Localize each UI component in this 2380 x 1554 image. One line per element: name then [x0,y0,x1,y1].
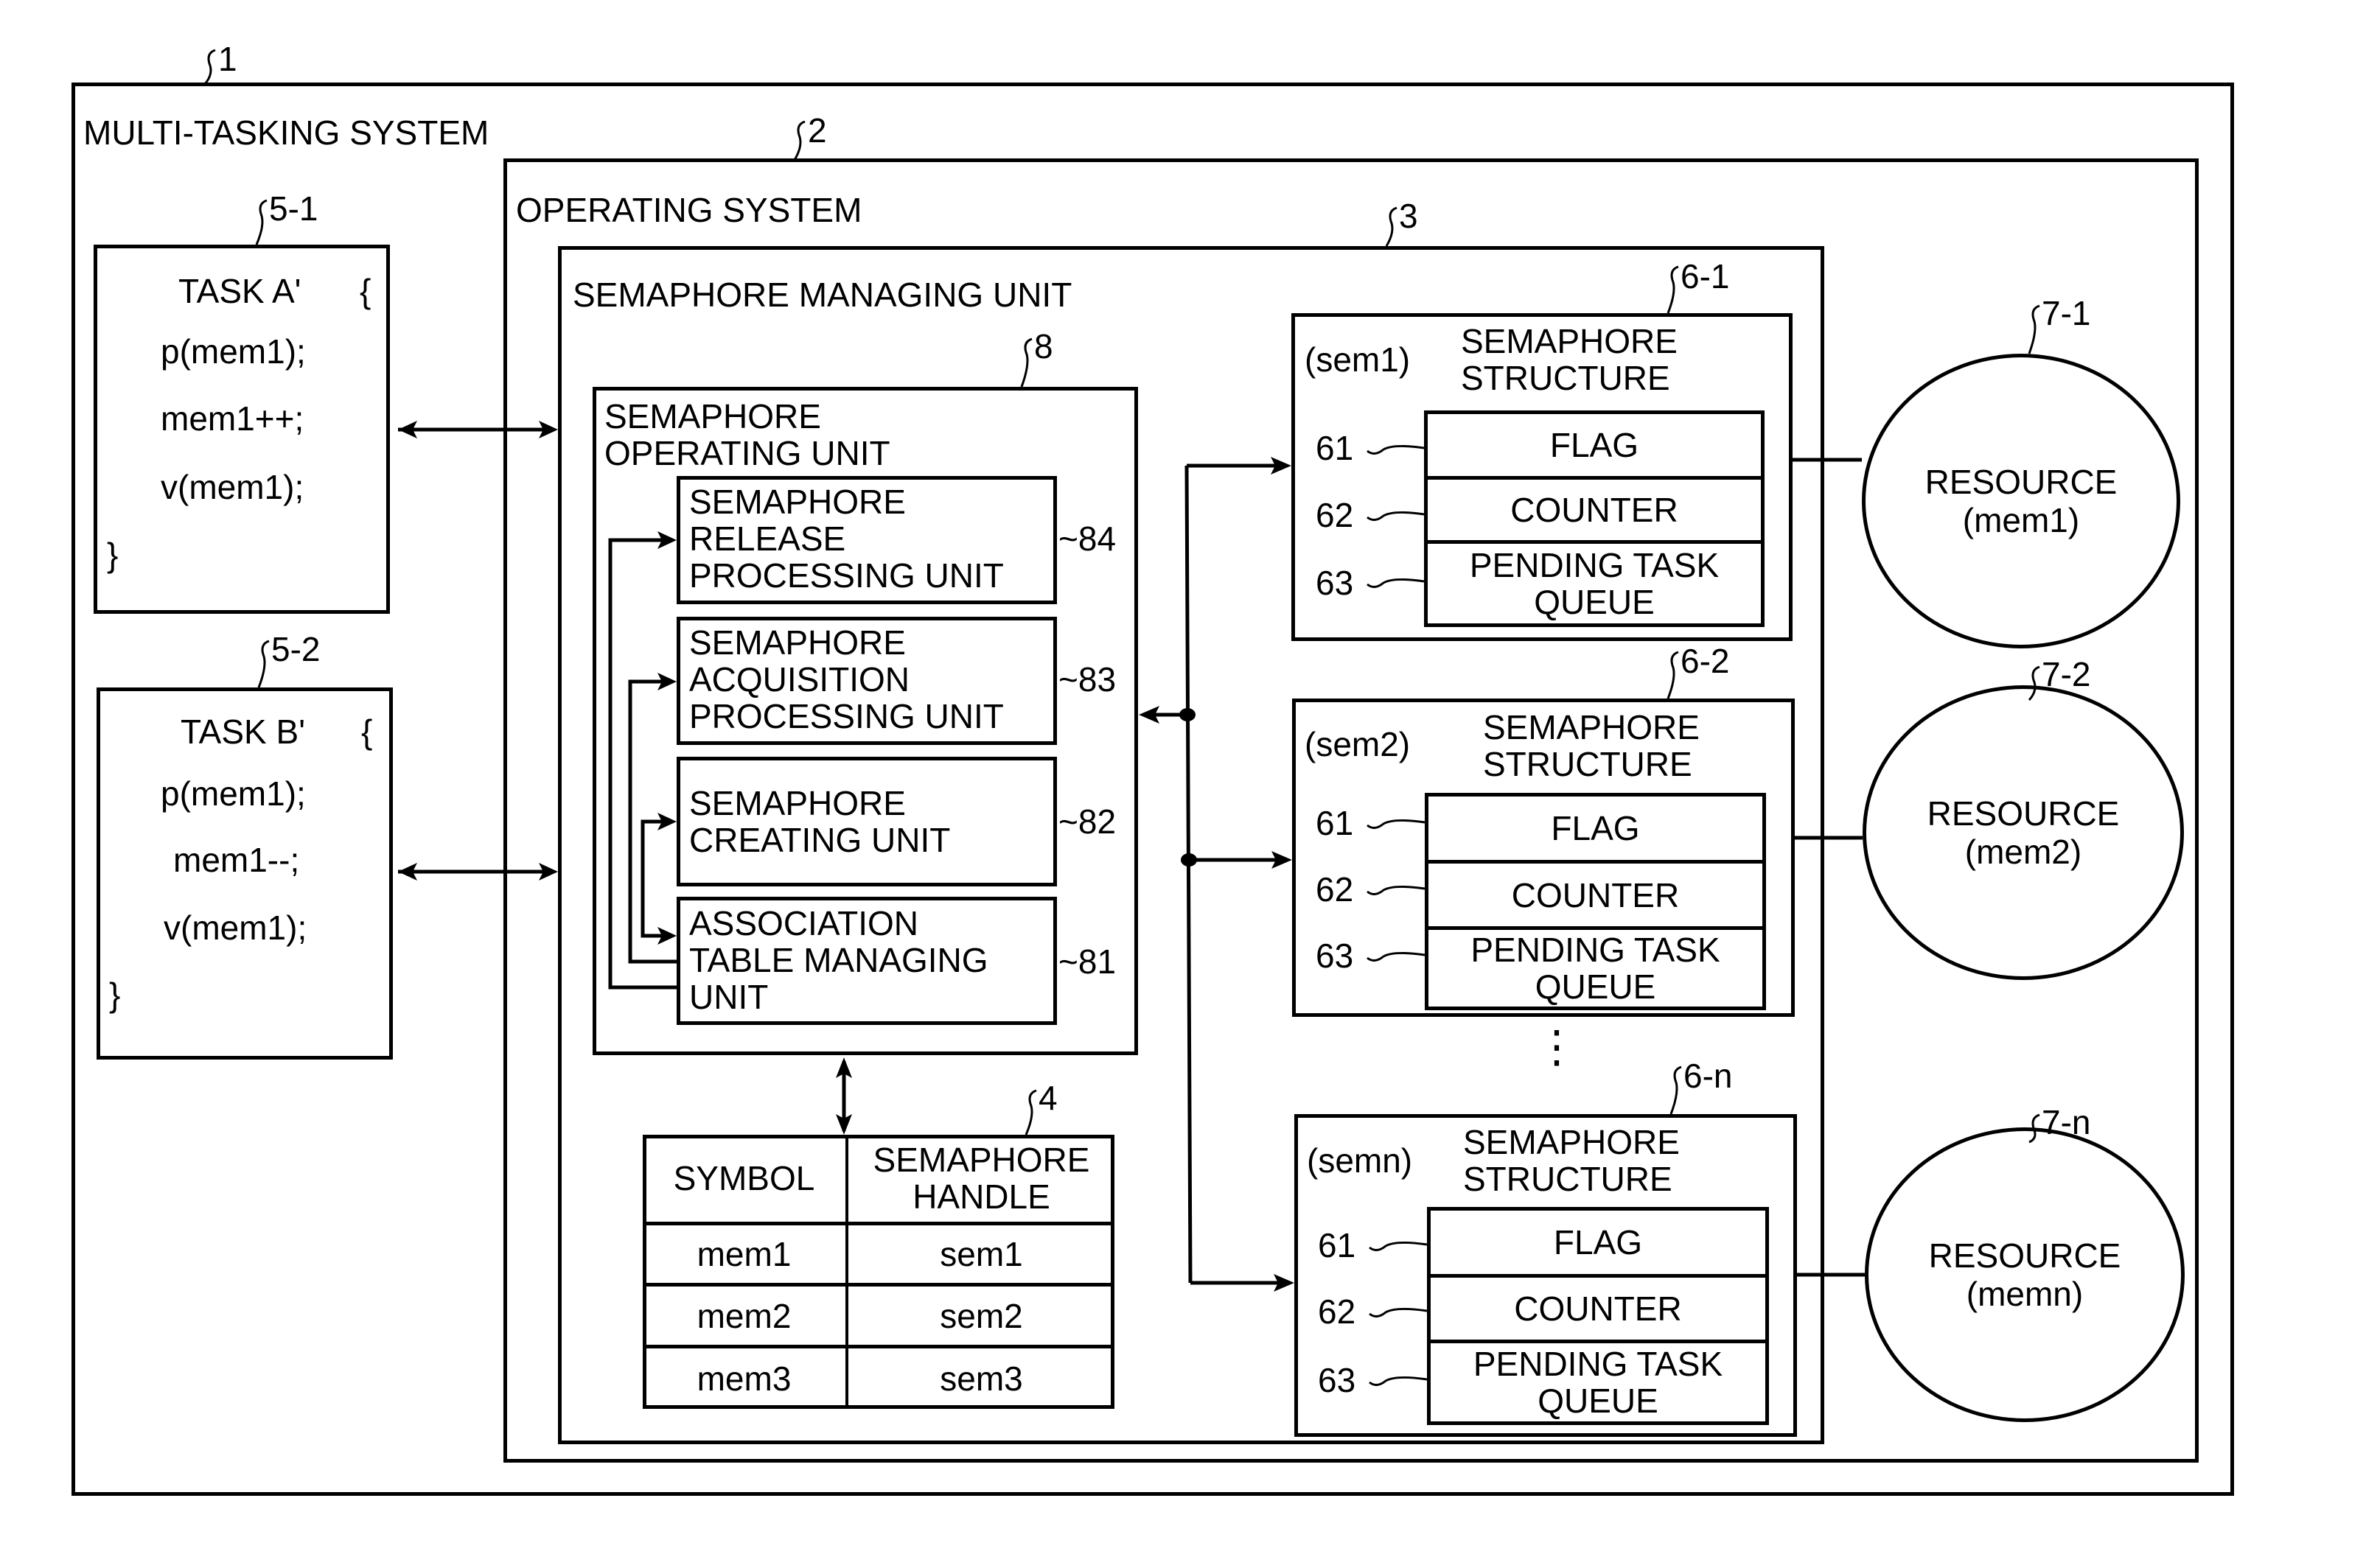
semaphore-handle-label: (sem2) [1305,725,1411,763]
resource-mem2: RESOURCE (mem2) [1863,685,2184,980]
task-a-line-2: mem1++; [161,399,304,438]
subunit-84-line-3: PROCESSING UNIT [689,556,1004,595]
ref-label-7-n: 7-n [2042,1103,2091,1141]
task-a-open-brace: { [360,272,371,310]
ref-label-6-n: 6-n [1683,1057,1733,1095]
table-cell-handle: sem3 [940,1359,1023,1398]
subunit-81-line-2: TABLE MANAGING [689,941,988,979]
ref-label-7-2: 7-2 [2042,655,2091,693]
ref-label-6-2: 6-2 [1681,642,1730,680]
resource-mem1: RESOURCE (mem1) [1862,354,2180,648]
task-a-line-3: v(mem1); [161,468,304,506]
flag-field: FLAG [1424,410,1765,480]
semaphore-structure-title-2: STRUCTURE [1461,359,1670,397]
pending-task-queue-field: PENDING TASK QUEUE [1427,1340,1769,1425]
task-a-name: TASK A' [178,272,301,310]
ref-label-8: 8 [1034,327,1053,365]
counter-field: COUNTER [1427,1274,1769,1343]
resource-name: (memn) [1966,1275,2084,1313]
table-cell-symbol: mem2 [697,1296,792,1335]
semaphore-handle-label: (sem1) [1305,340,1411,379]
semaphore-operating-unit-title-1: SEMAPHORE [604,397,821,435]
resource-label: RESOURCE [1927,794,2120,833]
table-header-semaphore-handle: SEMAPHORE HANDLE [848,1135,1114,1222]
flag-field: FLAG [1425,793,1766,864]
ref-label-61: 61 [1316,429,1354,467]
table-cell-handle: sem1 [940,1235,1023,1273]
ref-label-83: ~83 [1058,660,1117,699]
subunit-81-line-3: UNIT [689,978,769,1016]
table-cell-symbol: mem3 [697,1359,792,1398]
ref-label-2: 2 [808,111,827,150]
task-b-line-3: v(mem1); [164,909,307,947]
subunit-81-line-1: ASSOCIATION [689,904,918,942]
task-b-name: TASK B' [181,713,305,751]
multi-tasking-system-title: MULTI-TASKING SYSTEM [83,113,489,152]
task-a-close-brace: } [107,536,119,574]
subunit-83-line-3: PROCESSING UNIT [689,697,1004,735]
task-b-line-1: p(mem1); [161,774,306,813]
semaphore-structure-title-2: STRUCTURE [1483,745,1692,783]
table-cell-handle: sem2 [940,1296,1023,1335]
resource-name: (mem2) [1964,833,2082,871]
pending-task-queue-line-1: PENDING TASK [1470,931,1720,969]
ref-label-63: 63 [1318,1361,1356,1399]
subunit-82-line-1: SEMAPHORE [689,784,906,822]
ref-label-1: 1 [218,40,237,78]
ref-label-81: ~81 [1058,942,1117,981]
semaphore-managing-unit-title: SEMAPHORE MANAGING UNIT [573,276,1072,314]
ref-label-61: 61 [1318,1226,1356,1264]
subunit-84-line-1: SEMAPHORE [689,483,906,521]
ref-label-6-1: 6-1 [1681,257,1730,295]
subunit-84-line-2: RELEASE [689,519,846,558]
pending-task-queue-line-1: PENDING TASK [1469,546,1720,584]
subunit-83-line-2: ACQUISITION [689,660,910,699]
subunit-82-line-2: CREATING UNIT [689,821,951,859]
ref-label-61: 61 [1316,804,1354,842]
pending-task-queue-line-2: QUEUE [1534,583,1655,621]
resource-label: RESOURCE [1924,463,2118,501]
pending-task-queue-field: PENDING TASK QUEUE [1425,926,1766,1010]
ref-label-4: 4 [1039,1079,1058,1117]
leader-1 [203,49,216,85]
ref-label-62: 62 [1318,1292,1356,1331]
task-b-close-brace: } [109,976,121,1014]
counter-field: COUNTER [1425,860,1766,930]
semaphore-structure-title-1: SEMAPHORE [1483,708,1700,746]
semaphore-structure-title-1: SEMAPHORE [1461,322,1678,360]
ref-label-63: 63 [1316,937,1354,975]
ref-label-84: ~84 [1058,519,1117,558]
pending-task-queue-field: PENDING TASK QUEUE [1424,540,1765,627]
pending-task-queue-line-1: PENDING TASK [1473,1345,1723,1383]
ref-label-82: ~82 [1058,802,1117,841]
resource-name: (mem1) [1962,501,2080,539]
task-b-open-brace: { [361,713,373,751]
table-header-handle-line-1: SEMAPHORE [873,1141,1090,1179]
resource-memn: RESOURCE (memn) [1865,1127,2185,1422]
table-cell-symbol: mem1 [697,1235,792,1273]
task-b-line-2: mem1--; [173,841,300,879]
ref-label-3: 3 [1399,197,1418,235]
ref-label-5-2: 5-2 [271,630,321,668]
semaphore-structure-title-1: SEMAPHORE [1463,1123,1680,1161]
pending-task-queue-line-2: QUEUE [1538,1382,1658,1420]
ref-label-5-1: 5-1 [269,189,318,228]
resource-label: RESOURCE [1928,1236,2121,1275]
task-a-line-1: p(mem1); [161,332,306,371]
counter-field: COUNTER [1424,476,1765,544]
ref-label-62: 62 [1316,496,1354,534]
semaphore-structure-title-2: STRUCTURE [1463,1160,1672,1198]
table-header-symbol: SYMBOL [673,1159,815,1197]
flag-field: FLAG [1427,1207,1769,1278]
semaphore-operating-unit-title-2: OPERATING UNIT [604,434,890,472]
ref-label-7-1: 7-1 [2042,294,2091,332]
pending-task-queue-line-2: QUEUE [1535,967,1656,1006]
subunit-83-line-1: SEMAPHORE [689,623,906,662]
table-header-handle-line-2: HANDLE [912,1177,1050,1216]
ref-label-62: 62 [1316,870,1354,909]
semaphore-handle-label: (semn) [1307,1141,1413,1180]
operating-system-title: OPERATING SYSTEM [516,191,862,229]
more-structures-ellipsis: ⋮ [1535,1022,1579,1071]
ref-label-63: 63 [1316,564,1354,602]
